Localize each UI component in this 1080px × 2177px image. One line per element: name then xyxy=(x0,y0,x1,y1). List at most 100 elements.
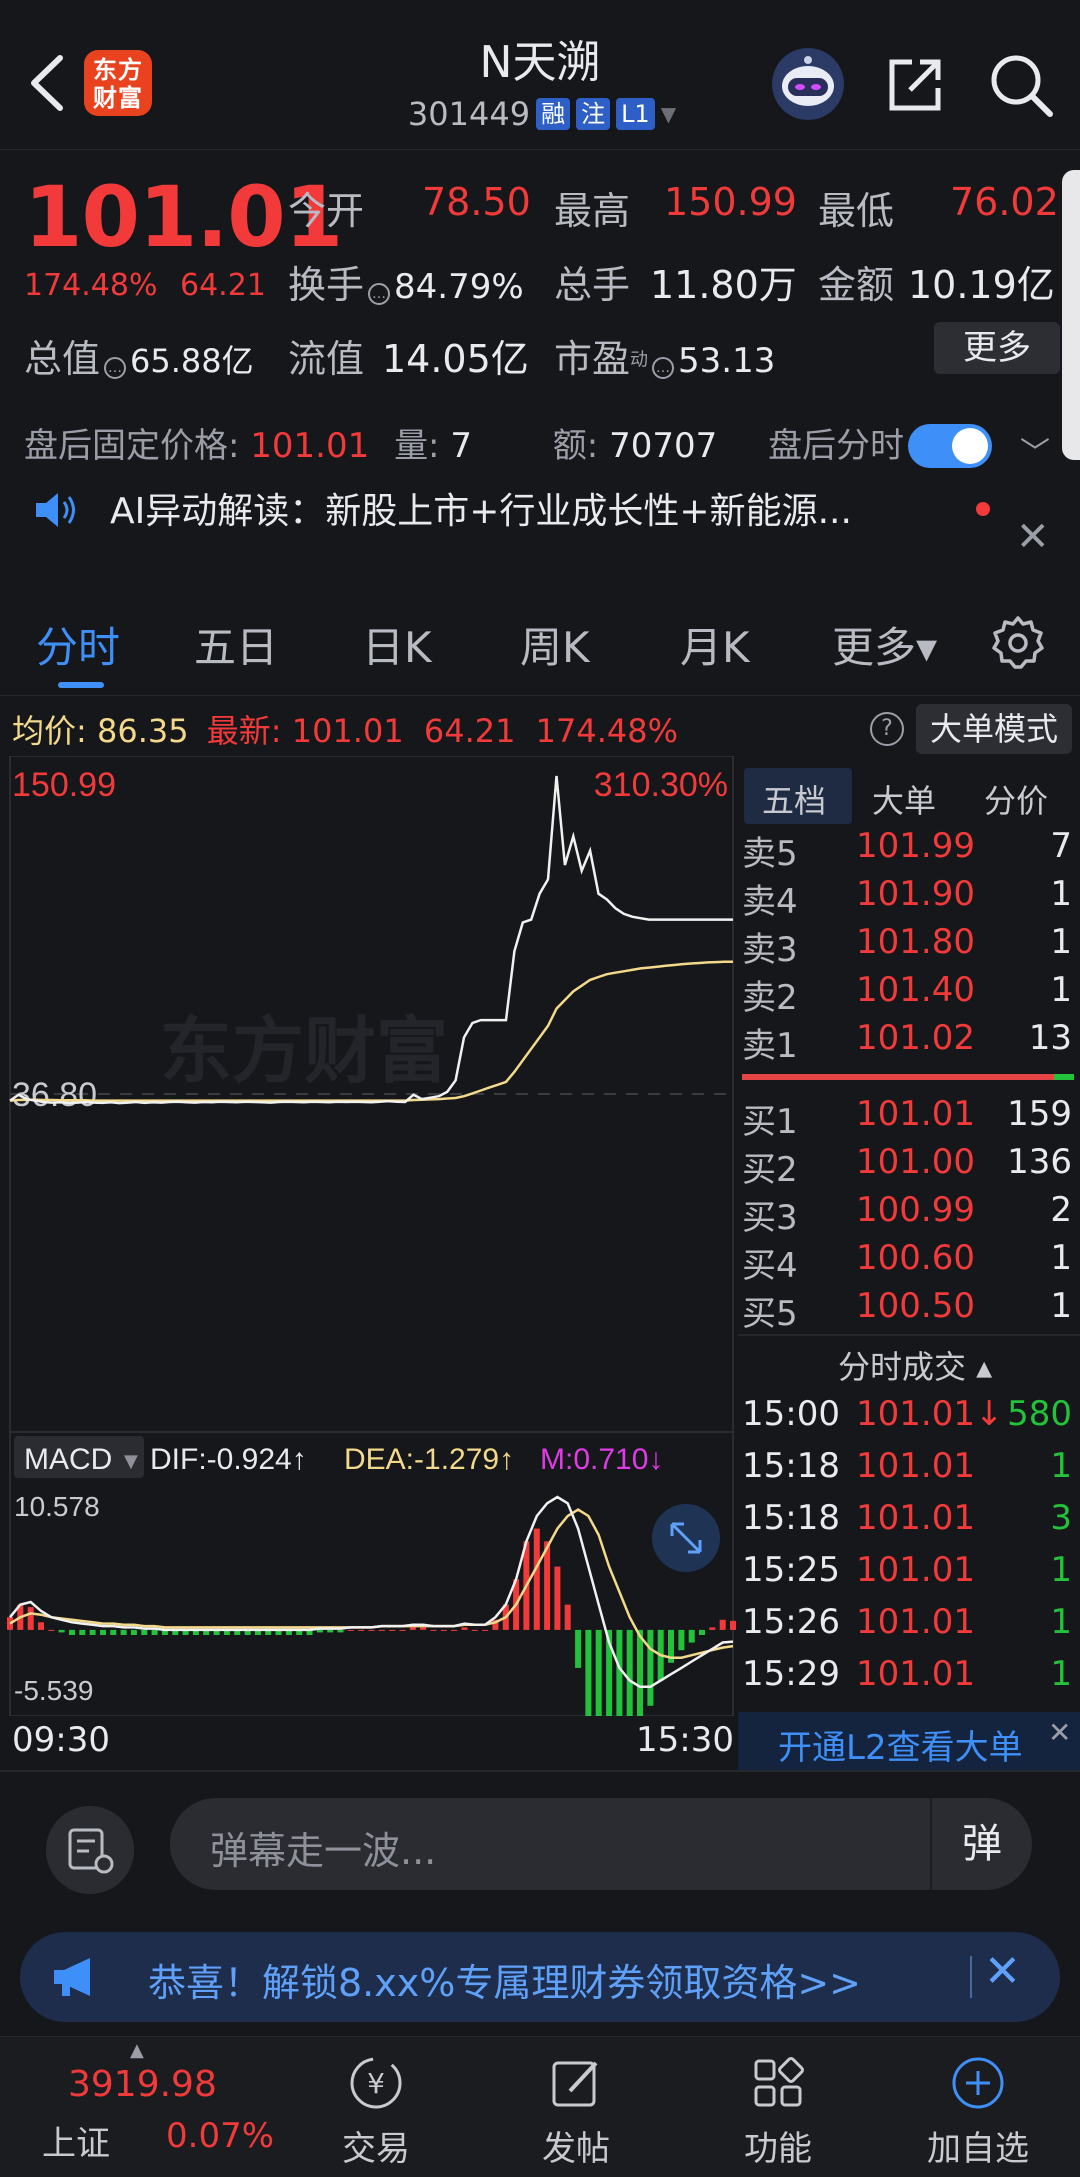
macd-bar xyxy=(440,1629,447,1631)
ask-row[interactable]: 卖2 101.40 1 xyxy=(738,970,1078,1018)
back-arrow-icon[interactable] xyxy=(18,48,78,118)
volume-label: 总手 xyxy=(554,263,631,307)
tab-monthly-k[interactable]: 月K xyxy=(680,614,750,675)
nav-trade[interactable]: ¥ 交易 xyxy=(306,2037,446,2177)
tab-intraday[interactable]: 分时 xyxy=(36,614,120,675)
change-percent: 174.48% xyxy=(24,268,158,303)
more-quote-button[interactable]: 更多 xyxy=(934,322,1060,374)
bid-row[interactable]: 买4 100.60 1 xyxy=(738,1238,1078,1286)
svg-text:¥: ¥ xyxy=(367,2067,385,2100)
macd-bar xyxy=(637,1629,643,1716)
close-icon[interactable]: ✕ xyxy=(984,1946,1021,1997)
info-icon: … xyxy=(104,356,127,379)
macd-bar xyxy=(89,1629,96,1635)
after-hours-amt-label: 额: xyxy=(552,426,599,466)
stock-code: 301449 xyxy=(407,95,531,133)
bid-row[interactable]: 买2 101.00 136 xyxy=(738,1142,1078,1190)
ai-insight-text[interactable]: AI异动解读：新股上市+行业成长性+新能源... xyxy=(110,482,852,534)
turnover-field[interactable]: 换手… 84.79% xyxy=(288,254,524,309)
tick-row: 15:18 101.01 3 xyxy=(742,1498,1072,1538)
close-icon[interactable]: ✕ xyxy=(1016,514,1050,560)
ai-insight-row[interactable]: AI异动解读：新股上市+行业成长性+新能源... ✕ xyxy=(0,470,1080,590)
l2-upgrade-text[interactable]: 开通L2查看大单 xyxy=(778,1720,1023,1769)
macd-bar xyxy=(399,1629,406,1631)
tab-five-day[interactable]: 五日 xyxy=(194,614,278,675)
dropdown-caret-icon: ▼ xyxy=(660,102,677,126)
l2-upgrade-row[interactable]: 开通L2查看大单 ✕ xyxy=(738,1712,1080,1770)
macd-bar xyxy=(79,1629,86,1635)
amount-value: 10.19亿 xyxy=(908,263,1055,307)
intraday-chart[interactable]: 东方财富 150.99 310.30% 36.80 MACD ▼ DIF:-0.… xyxy=(0,756,736,1716)
after-hours-amt: 70707 xyxy=(609,426,718,466)
ask-row[interactable]: 卖1 101.02 13 xyxy=(738,1018,1078,1066)
big-order-mode-button[interactable]: 大单模式 xyxy=(916,704,1072,754)
dif-line xyxy=(9,1495,734,1689)
ticks-title[interactable]: 分时成交 ▴ xyxy=(838,1342,992,1388)
after-hours-toggle[interactable] xyxy=(908,424,992,468)
pct-axis-top: 310.30% xyxy=(594,766,728,804)
search-icon[interactable] xyxy=(986,50,1056,120)
tab-daily-k[interactable]: 日K xyxy=(362,614,432,675)
ask-row[interactable]: 卖5 101.99 7 xyxy=(738,826,1078,874)
danmaku-placeholder: 弹幕走一波... xyxy=(210,1829,437,1873)
macd-axis-bottom: -5.539 xyxy=(14,1675,93,1706)
nav-post[interactable]: 发帖 xyxy=(506,2037,646,2177)
macd-bar xyxy=(38,1622,44,1630)
bid-row[interactable]: 买3 100.99 2 xyxy=(738,1190,1078,1238)
robot-assistant-icon[interactable] xyxy=(770,46,846,122)
after-hours-price-label: 盘后固定价格: xyxy=(24,426,240,466)
stock-code-row[interactable]: 301449 融 注 L1 ▼ xyxy=(372,94,712,134)
index-name[interactable]: 上证 xyxy=(42,2116,110,2165)
macd-bar xyxy=(389,1629,396,1631)
macd-bar xyxy=(461,1627,468,1630)
nav-add-watchlist[interactable]: 加自选 xyxy=(908,2037,1048,2177)
tick-list: 15:00 101.01↓ 580 15:18 101.01 1 15:18 101.01… xyxy=(738,1394,1080,1712)
tab-weekly-k[interactable]: 周K xyxy=(520,614,590,675)
macd-bar xyxy=(626,1629,633,1716)
macd-dropdown-icon: ▼ xyxy=(124,1451,138,1472)
bid-row[interactable]: 买5 100.50 1 xyxy=(738,1286,1078,1334)
megaphone-icon xyxy=(54,1958,90,1996)
dea-value: DEA:-1.279↑ xyxy=(344,1443,514,1476)
turnover-label: 换手 xyxy=(288,263,365,307)
macd-bar xyxy=(69,1629,75,1635)
promo-banner[interactable]: 恭喜！解锁8.xx%专属理财券领取资格>> ✕ xyxy=(20,1932,1060,2022)
macd-bar xyxy=(554,1566,561,1630)
tick-row: 15:25 101.01 1 xyxy=(742,1550,1072,1590)
index-value[interactable]: 3919.98 xyxy=(68,2064,217,2105)
danmaku-input[interactable]: 弹幕走一波... 弹 xyxy=(170,1798,1032,1890)
ask-row[interactable]: 卖3 101.80 1 xyxy=(738,922,1078,970)
gear-icon[interactable] xyxy=(990,614,1046,670)
close-icon[interactable]: ✕ xyxy=(1048,1716,1071,1749)
tab-more[interactable]: 更多▾ xyxy=(832,614,937,675)
active-tab-indicator xyxy=(58,682,104,688)
macd-bar xyxy=(58,1629,65,1633)
danmaku-send-button[interactable]: 弹 xyxy=(930,1798,1032,1890)
tab-price-dist[interactable]: 分价 xyxy=(984,776,1048,822)
chevron-down-icon[interactable]: ﹀ xyxy=(1020,428,1050,472)
float-cap-label: 流值 xyxy=(288,337,365,381)
bottom-nav: ¥ 交易 发帖 功能 加自选 xyxy=(0,2036,1080,2177)
macd-bar xyxy=(616,1629,623,1716)
danmaku-settings-icon[interactable] xyxy=(46,1806,134,1894)
nav-functions[interactable]: 功能 xyxy=(708,2037,848,2177)
tab-big-orders[interactable]: 大单 xyxy=(872,776,936,822)
market-cap-label: 总值 xyxy=(24,337,101,381)
bid-row[interactable]: 买1 101.01 159 xyxy=(738,1094,1078,1142)
promo-text[interactable]: 恭喜！解锁8.xx%专属理财券领取资格>> xyxy=(148,1952,861,2007)
side-drawer-handle[interactable] xyxy=(1062,170,1080,460)
pe-dynamic-mark: 动 xyxy=(630,349,649,371)
high-label: 最高 xyxy=(554,189,631,233)
share-icon[interactable] xyxy=(882,52,948,118)
pe-field[interactable]: 市盈动… 53.13 xyxy=(554,328,775,383)
plus-circle-icon xyxy=(952,2057,1004,2109)
help-icon[interactable]: ? xyxy=(870,712,904,746)
market-cap-field[interactable]: 总值… 65.88亿 xyxy=(24,328,254,383)
macd-bar xyxy=(420,1627,427,1630)
avg-label: 均价: xyxy=(12,712,87,750)
watermark: 东方财富 xyxy=(160,1012,448,1092)
ask-row[interactable]: 卖4 101.90 1 xyxy=(738,874,1078,922)
low-label: 最低 xyxy=(818,189,895,233)
tab-five-levels[interactable]: 五档 xyxy=(762,776,826,822)
unread-dot xyxy=(976,502,990,516)
